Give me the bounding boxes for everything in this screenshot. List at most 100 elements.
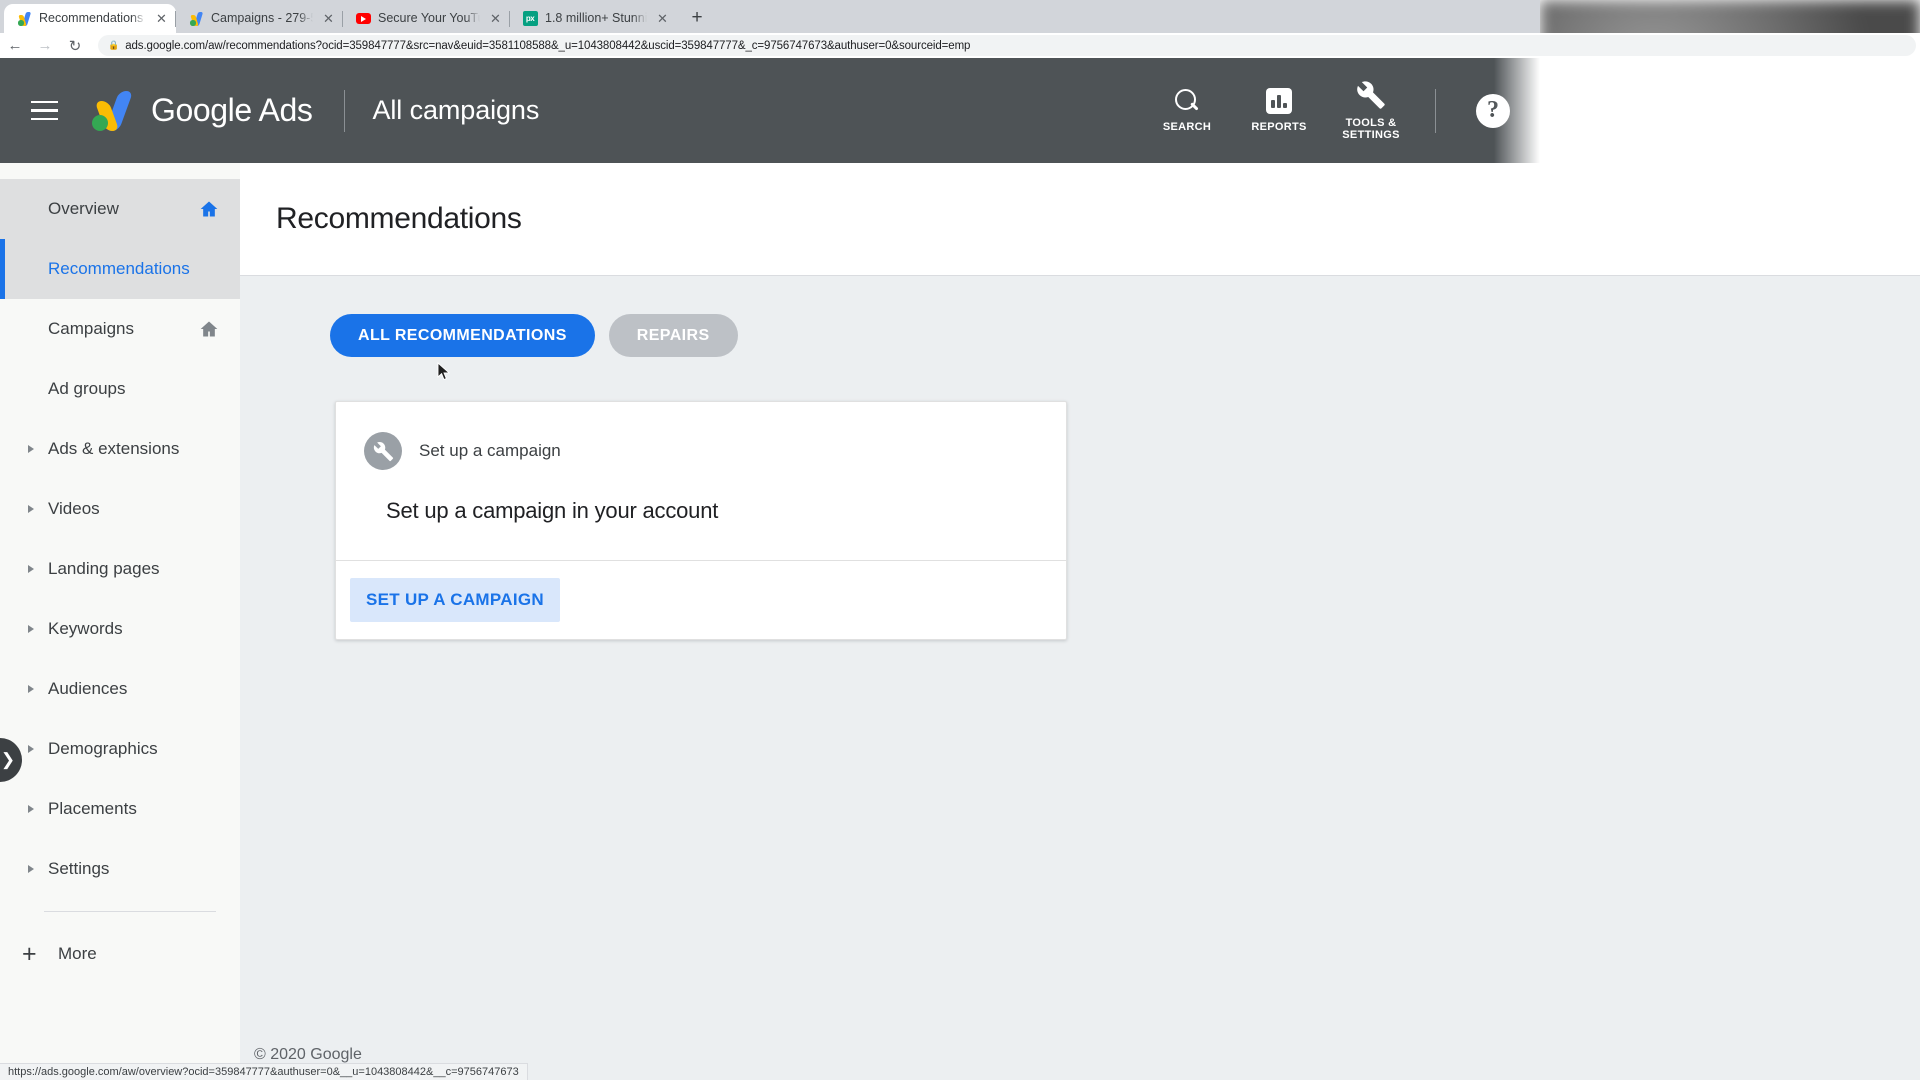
browser-tab-campaigns[interactable]: Campaigns - 279-560-1893 - ✕ <box>175 4 343 33</box>
chevron-right-icon <box>28 625 34 633</box>
home-icon <box>198 319 220 339</box>
sidebar-item-placements[interactable]: Placements <box>0 779 240 839</box>
sidebar-item-label: Ads & extensions <box>48 439 180 458</box>
reload-icon[interactable]: ↻ <box>60 33 90 58</box>
sidebar-item-label: Overview <box>48 199 119 218</box>
recommendation-card-actions: SET UP A CAMPAIGN <box>336 560 1066 639</box>
browser-address-row: ← → ↻ 🔒 ads.google.com/aw/recommendation… <box>0 33 1920 58</box>
lock-icon: 🔒 <box>108 40 120 50</box>
chevron-right-icon <box>28 505 34 513</box>
close-icon[interactable]: ✕ <box>654 10 671 27</box>
status-bar-url: https://ads.google.com/aw/overview?ocid=… <box>8 1066 519 1078</box>
wrench-icon <box>1356 80 1386 110</box>
tools-and-settings-button[interactable]: TOOLS & SETTINGS <box>1325 58 1417 163</box>
close-icon[interactable]: ✕ <box>487 10 504 27</box>
recommendation-card-body: Set up a campaign Set up a campaign in y… <box>336 402 1066 560</box>
mouse-cursor <box>437 362 451 381</box>
browser-chrome: Recommendations - 279-560- ✕ Campaigns -… <box>0 0 1920 58</box>
close-icon[interactable]: ✕ <box>320 10 337 27</box>
google-ads-app: Google Ads All campaigns SEARCH REPORTS <box>0 58 1920 1080</box>
search-label: SEARCH <box>1162 120 1212 133</box>
menu-icon[interactable] <box>22 89 66 133</box>
footer-copyright: © 2020 Google <box>254 1046 362 1063</box>
sidebar-item-landing-pages[interactable]: Landing pages <box>0 539 240 599</box>
forward-icon[interactable]: → <box>30 33 60 58</box>
sidebar-item-label: Settings <box>48 859 110 878</box>
recommendation-card: Set up a campaign Set up a campaign in y… <box>335 401 1067 640</box>
topbar-separator <box>1435 88 1436 133</box>
sidebar-item-label: Audiences <box>48 679 128 698</box>
tab-title: Secure Your YouTube Account <box>378 11 480 25</box>
chevron-right-icon <box>28 565 34 573</box>
main-content: ALL RECOMMENDATIONS REPAIRS Set up a cam… <box>240 276 1920 1080</box>
brand-label: Google Ads <box>151 92 313 128</box>
sidebar-item-campaigns[interactable]: Campaigns <box>0 299 240 359</box>
browser-tab-recommendations[interactable]: Recommendations - 279-560- ✕ <box>4 4 176 33</box>
search-button[interactable]: SEARCH <box>1141 58 1233 163</box>
google-ads-logo[interactable]: Google Ads <box>88 89 313 133</box>
tools-label: TOOLS & SETTINGS <box>1342 116 1400 142</box>
sidebar-item-ads-and-extensions[interactable]: Ads & extensions <box>0 419 240 479</box>
app-topbar: Google Ads All campaigns SEARCH REPORTS <box>0 58 1540 163</box>
set-up-a-campaign-button[interactable]: SET UP A CAMPAIGN <box>350 578 560 622</box>
sidebar-divider <box>44 911 216 912</box>
wrench-icon <box>364 432 402 470</box>
tab-title: 1.8 million+ Stunning Free Ima <box>545 11 647 25</box>
sidebar-item-label: Ad groups <box>48 379 126 398</box>
address-bar[interactable]: 🔒 ads.google.com/aw/recommendations?ocid… <box>98 35 1916 56</box>
recommendation-kind: Set up a campaign <box>364 432 1038 470</box>
google-ads-icon <box>16 11 32 27</box>
sidebar-item-ad-groups[interactable]: Ad groups <box>0 359 240 419</box>
topbar-divider <box>344 89 346 132</box>
search-icon <box>1174 88 1200 114</box>
plus-icon: + <box>22 939 37 968</box>
page-heading-band: Recommendations <box>240 163 1920 276</box>
sidebar-item-label: Demographics <box>48 739 158 758</box>
tab-all-recommendations[interactable]: ALL RECOMMENDATIONS <box>330 314 595 357</box>
chevron-right-icon <box>28 865 34 873</box>
sidebar-item-label: More <box>58 944 97 963</box>
tab-repairs[interactable]: REPAIRS <box>608 314 738 357</box>
recommendation-filter-tabs: ALL RECOMMENDATIONS REPAIRS <box>240 276 1920 357</box>
sidebar-item-label: Campaigns <box>48 319 134 338</box>
sidebar: Overview Recommendations Campaigns Ad gr… <box>0 163 240 1080</box>
recommendation-title: Set up a campaign in your account <box>386 498 719 523</box>
url-text: ads.google.com/aw/recommendations?ocid=3… <box>125 39 971 52</box>
sidebar-item-overview[interactable]: Overview <box>0 179 240 239</box>
tab-title: Recommendations - 279-560- <box>39 11 146 25</box>
sidebar-item-more[interactable]: + More <box>0 924 240 984</box>
back-icon[interactable]: ← <box>0 33 30 58</box>
recommendation-kind-label: Set up a campaign <box>419 441 561 460</box>
sidebar-item-settings[interactable]: Settings <box>0 839 240 899</box>
sidebar-item-label: Keywords <box>48 619 123 638</box>
sidebar-item-label: Recommendations <box>48 259 190 278</box>
home-icon <box>198 199 220 219</box>
sidebar-item-audiences[interactable]: Audiences <box>0 659 240 719</box>
sidebar-item-keywords[interactable]: Keywords <box>0 599 240 659</box>
new-tab-button[interactable]: + <box>683 4 711 32</box>
page-heading: Recommendations <box>276 202 522 235</box>
sidebar-item-demographics[interactable]: Demographics <box>0 719 240 779</box>
google-ads-icon <box>188 11 204 27</box>
sidebar-item-label: Placements <box>48 799 137 818</box>
status-bar-link-preview: https://ads.google.com/aw/overview?ocid=… <box>0 1063 528 1080</box>
sidebar-item-videos[interactable]: Videos <box>0 479 240 539</box>
browser-tab-youtube[interactable]: Secure Your YouTube Account ✕ <box>342 4 510 33</box>
sidebar-item-recommendations[interactable]: Recommendations <box>0 239 240 299</box>
browser-tab-pexels[interactable]: px 1.8 million+ Stunning Free Ima ✕ <box>509 4 677 33</box>
help-icon[interactable]: ? <box>1476 93 1510 128</box>
browser-tabstrip: Recommendations - 279-560- ✕ Campaigns -… <box>0 0 1920 33</box>
topbar-actions: SEARCH REPORTS TOOLS & SETTINGS ? <box>1141 58 1540 163</box>
youtube-icon <box>355 11 371 27</box>
chevron-right-icon <box>28 805 34 813</box>
chevron-right-icon <box>28 445 34 453</box>
pexels-icon: px <box>522 11 538 27</box>
sidebar-item-label: Landing pages <box>48 559 160 578</box>
reports-icon <box>1266 87 1292 114</box>
reports-label: REPORTS <box>1251 120 1307 133</box>
google-ads-icon <box>88 89 134 133</box>
reports-button[interactable]: REPORTS <box>1233 58 1325 163</box>
close-icon[interactable]: ✕ <box>153 10 170 27</box>
sidebar-item-label: Videos <box>48 499 100 518</box>
tab-title: Campaigns - 279-560-1893 - <box>211 11 313 25</box>
